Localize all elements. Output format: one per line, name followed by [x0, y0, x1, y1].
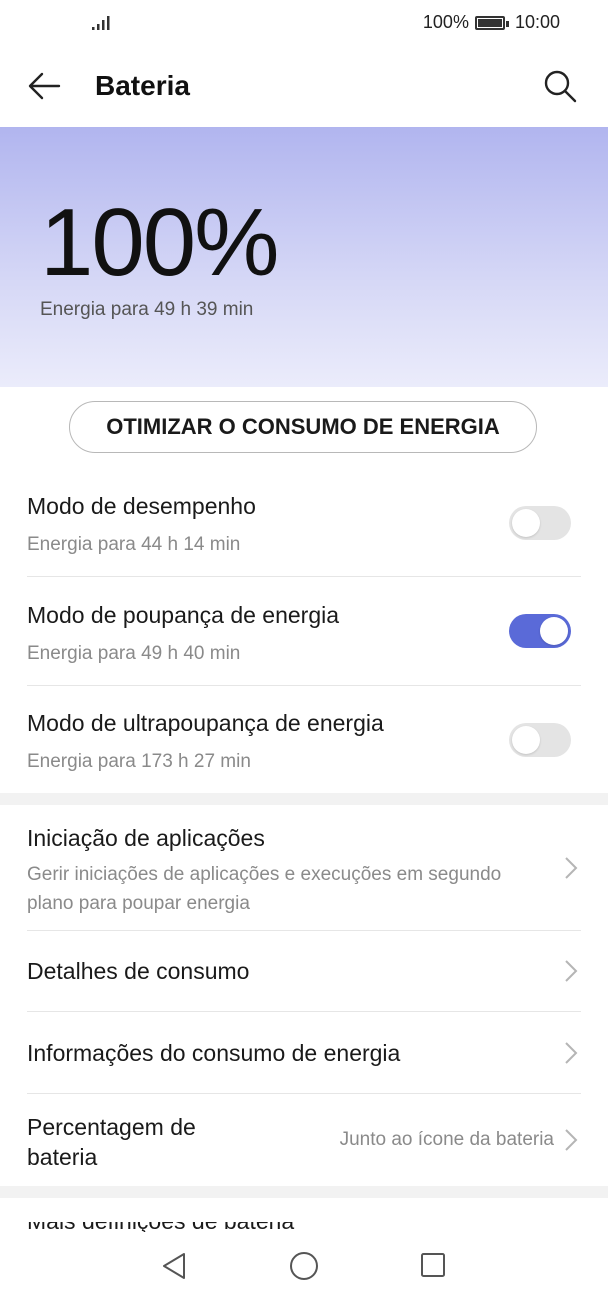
app-launch-label: Iniciação de aplicações: [27, 825, 265, 851]
battery-icon: [474, 15, 509, 30]
divider: [27, 576, 581, 577]
section-separator: [0, 793, 608, 805]
section-separator: [0, 1186, 608, 1198]
navigation-bar: [0, 1237, 608, 1301]
more-battery-settings-label: Mais definições de bateria: [27, 1222, 581, 1232]
clock: 10:00: [514, 12, 560, 32]
power-saving-mode-sub: Energia para 49 h 40 min: [27, 643, 241, 664]
page-title: Bateria: [95, 70, 190, 101]
performance-mode-row[interactable]: Modo de desempenho Energia para 44 h 14 …: [27, 493, 581, 559]
energy-info-row[interactable]: Informações do consumo de energia: [27, 1040, 581, 1067]
ultra-saving-mode-sub: Energia para 173 h 27 min: [27, 751, 251, 772]
consumption-details-label: Detalhes de consumo: [27, 958, 250, 984]
chevron-right-icon: [565, 960, 578, 982]
energy-info-label: Informações do consumo de energia: [27, 1040, 401, 1066]
search-icon[interactable]: [542, 68, 578, 104]
back-arrow-icon[interactable]: [26, 68, 62, 104]
status-bar: 100% 10:00: [0, 0, 608, 46]
app-launch-sub: Gerir iniciações de aplicações e execuçõ…: [27, 864, 502, 914]
divider: [27, 1011, 581, 1012]
chevron-right-icon: [565, 857, 578, 879]
performance-mode-sub: Energia para 44 h 14 min: [27, 534, 241, 555]
chevron-right-icon: [565, 1042, 578, 1064]
performance-mode-label: Modo de desempenho: [27, 493, 256, 519]
battery-percentage-value: Junto ao ícone da bateria: [339, 1129, 554, 1150]
power-saving-mode-toggle[interactable]: [509, 614, 571, 648]
signal-icon: [92, 16, 110, 30]
nav-home-icon[interactable]: [289, 1251, 319, 1281]
power-saving-mode-row[interactable]: Modo de poupança de energia Energia para…: [27, 602, 581, 668]
app-bar: Bateria: [0, 46, 608, 126]
more-battery-settings-row[interactable]: Mais definições de bateria: [27, 1222, 581, 1232]
power-saving-mode-label: Modo de poupança de energia: [27, 602, 340, 628]
optimize-consumption-button[interactable]: OTIMIZAR O CONSUMO DE ENERGIA: [69, 401, 537, 453]
battery-percent: 100%: [422, 12, 469, 32]
divider: [27, 685, 581, 686]
nav-recents-icon[interactable]: [420, 1251, 446, 1279]
divider: [27, 930, 581, 931]
app-launch-row[interactable]: Iniciação de aplicações Gerir iniciações…: [27, 825, 581, 918]
ultra-saving-mode-row[interactable]: Modo de ultrapoupança de energia Energia…: [27, 710, 581, 776]
battery-level: 100%: [40, 189, 280, 296]
divider: [27, 1093, 581, 1094]
battery-percentage-row[interactable]: Percentagem de bateria: [27, 1112, 247, 1172]
remaining-time: Energia para 49 h 39 min: [40, 299, 254, 320]
battery-percentage-label: Percentagem de bateria: [27, 1114, 196, 1170]
ultra-saving-mode-label: Modo de ultrapoupança de energia: [27, 710, 384, 736]
performance-mode-toggle[interactable]: [509, 506, 571, 540]
consumption-details-row[interactable]: Detalhes de consumo: [27, 958, 581, 985]
battery-hero: 100% Energia para 49 h 39 min: [0, 127, 608, 387]
nav-back-icon[interactable]: [160, 1251, 188, 1281]
chevron-right-icon: [565, 1129, 578, 1151]
ultra-saving-mode-toggle[interactable]: [509, 723, 571, 757]
